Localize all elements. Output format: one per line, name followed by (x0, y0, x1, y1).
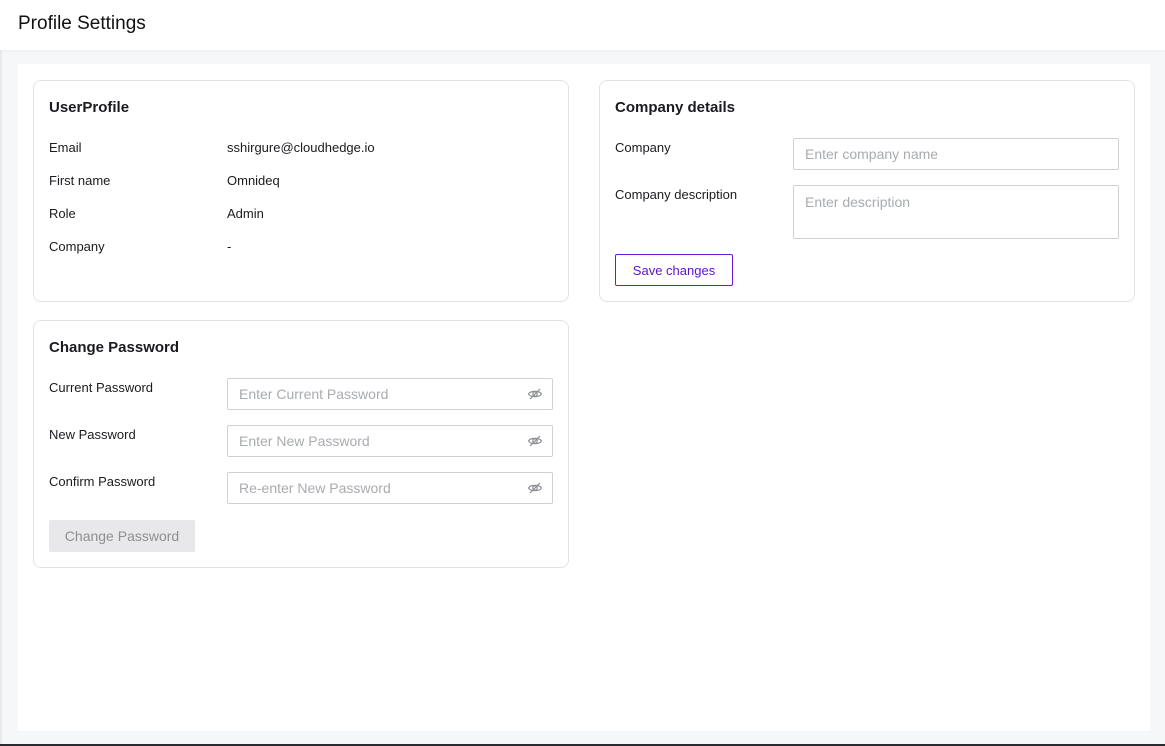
company-value: - (227, 239, 232, 254)
confirm-password-field (227, 472, 553, 504)
change-password-button[interactable]: Change Password (49, 520, 195, 552)
change-password-title: Change Password (49, 339, 180, 356)
left-edge (0, 0, 2, 746)
eye-off-icon[interactable] (527, 480, 543, 496)
company-description-input[interactable] (793, 185, 1119, 239)
company-details-card: Company details Company Company descript… (599, 80, 1135, 302)
user-profile-title: UserProfile (49, 99, 130, 116)
email-label: Email (49, 140, 82, 155)
change-password-card: Change Password Current Password New Pas… (33, 320, 569, 568)
email-value: sshirgure@cloudhedge.io (227, 140, 375, 155)
eye-off-icon[interactable] (527, 433, 543, 449)
current-password-field (227, 378, 553, 410)
user-profile-card: UserProfile Email sshirgure@cloudhedge.i… (33, 80, 569, 302)
current-password-label: Current Password (49, 380, 154, 395)
company-label: Company (49, 239, 105, 254)
company-description-label: Company description (615, 187, 738, 202)
company-name-label: Company (615, 140, 671, 155)
company-name-input[interactable] (793, 138, 1119, 170)
top-bar: Profile Settings (0, 0, 1165, 50)
new-password-label: New Password (49, 427, 136, 442)
first-name-label: First name (49, 173, 111, 188)
main-content: UserProfile Email sshirgure@cloudhedge.i… (18, 64, 1150, 731)
new-password-input[interactable] (227, 425, 553, 457)
company-details-title: Company details (615, 99, 736, 116)
new-password-field (227, 425, 553, 457)
confirm-password-label: Confirm Password (49, 474, 156, 489)
role-value: Admin (227, 206, 264, 221)
role-label: Role (49, 206, 76, 221)
eye-off-icon[interactable] (527, 386, 543, 402)
current-password-input[interactable] (227, 378, 553, 410)
page-title: Profile Settings (18, 13, 146, 34)
save-changes-button[interactable]: Save changes (615, 254, 733, 286)
confirm-password-input[interactable] (227, 472, 553, 504)
first-name-value: Omnideq (227, 173, 280, 188)
